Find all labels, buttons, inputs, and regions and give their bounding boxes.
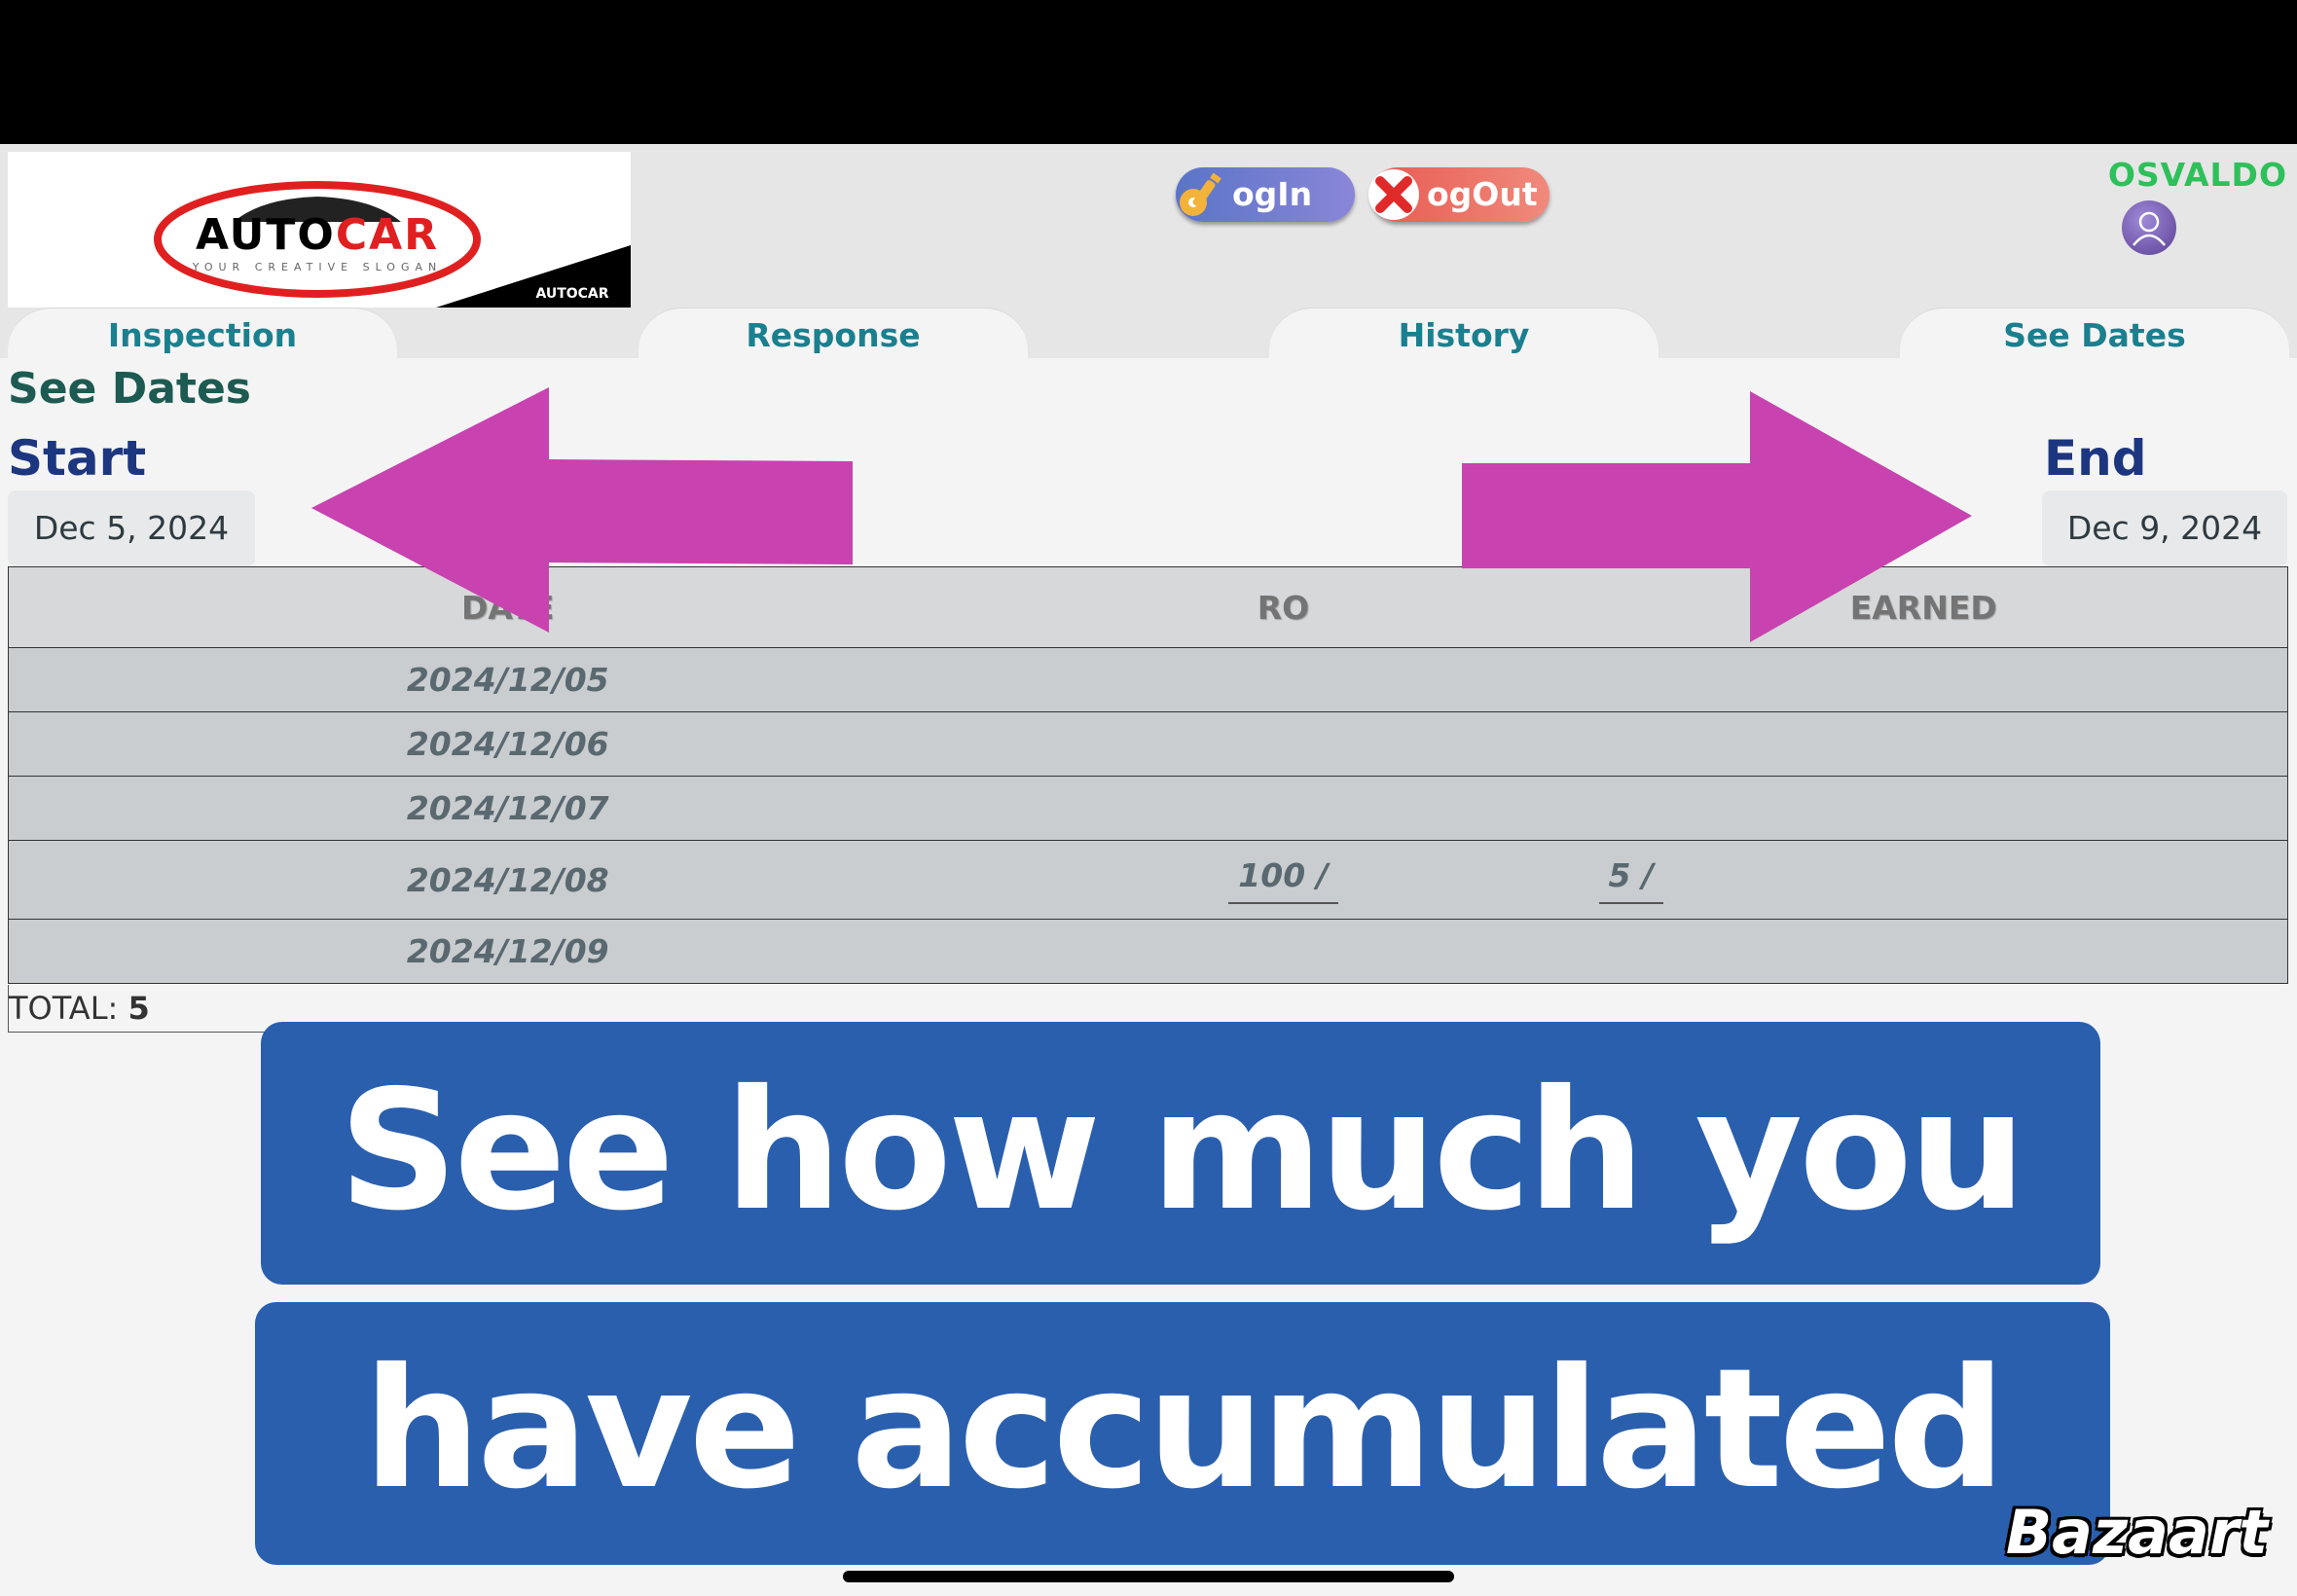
tab-see-dates[interactable]: See Dates [1900,308,2289,359]
earned-cell[interactable]: 5 / [1559,840,2288,920]
tab-inspection[interactable]: Inspection [8,308,397,359]
login-label: ogIn [1232,175,1313,213]
end-label: End [2044,430,2147,487]
logout-label: ogOut [1427,175,1538,213]
close-icon [1368,169,1419,220]
ro-cell [1006,776,1560,841]
key-icon [1180,172,1221,216]
earned-cell [1559,776,2288,841]
earned-value[interactable]: 5 / [1598,856,1664,904]
autocar-logo: AUTOCAR YOUR CREATIVE SLOGAN AUTOCAR [8,152,631,308]
top-black-bar [0,0,2297,144]
table-row: 2024/12/08 100 / 5 / [8,840,2288,920]
logo-mini-text: AUTOCAR [535,286,608,302]
earned-cell [1559,647,2288,712]
total-value: 5 [128,990,150,1027]
total-row: TOTAL: 5 [8,985,266,1033]
right-arrow-icon [1462,391,1972,642]
date-cell: 2024/12/05 [8,647,1007,712]
page-title: See Dates [8,364,251,414]
end-date-input[interactable]: Dec 9, 2024 [2042,490,2287,566]
login-button[interactable]: ogIn [1176,167,1355,222]
watermark: Bazaart [2005,1497,2268,1568]
earned-cell [1559,711,2288,777]
left-arrow-icon [311,387,853,633]
tab-history[interactable]: History [1269,308,1659,359]
total-label: TOTAL: [9,990,119,1027]
caption-line-2: have accumulated [255,1302,2110,1565]
logout-button[interactable]: ogOut [1368,167,1550,222]
date-cell: 2024/12/09 [8,919,1007,984]
caption-line-1: See how much you [261,1022,2100,1285]
home-indicator[interactable] [843,1571,1454,1582]
earned-cell [1559,919,2288,984]
table-row: 2024/12/09 [8,919,2288,984]
logo-slogan: YOUR CREATIVE SLOGAN [192,261,443,273]
table-row: 2024/12/07 [8,776,2288,841]
logo-text-car: CAR [336,210,439,260]
start-date-input[interactable]: Dec 5, 2024 [8,490,255,566]
ro-cell [1006,919,1560,984]
table-row: 2024/12/06 [8,711,2288,777]
date-cell: 2024/12/07 [8,776,1007,841]
ro-value[interactable]: 100 / [1228,856,1338,904]
table-row: 2024/12/05 [8,647,2288,712]
svg-text:AUTOCAR: AUTOCAR [196,210,439,260]
start-label: Start [8,430,147,487]
user-icon [2133,211,2166,246]
ro-cell [1006,647,1560,712]
ro-cell [1006,711,1560,777]
date-cell: 2024/12/06 [8,711,1007,777]
username: OSVALDO [2107,156,2287,194]
ro-cell[interactable]: 100 / [1006,840,1560,920]
date-cell: 2024/12/08 [8,840,1007,920]
tab-response[interactable]: Response [638,308,1028,359]
logo-text-auto: AUTO [196,210,336,260]
avatar[interactable] [2122,200,2176,255]
